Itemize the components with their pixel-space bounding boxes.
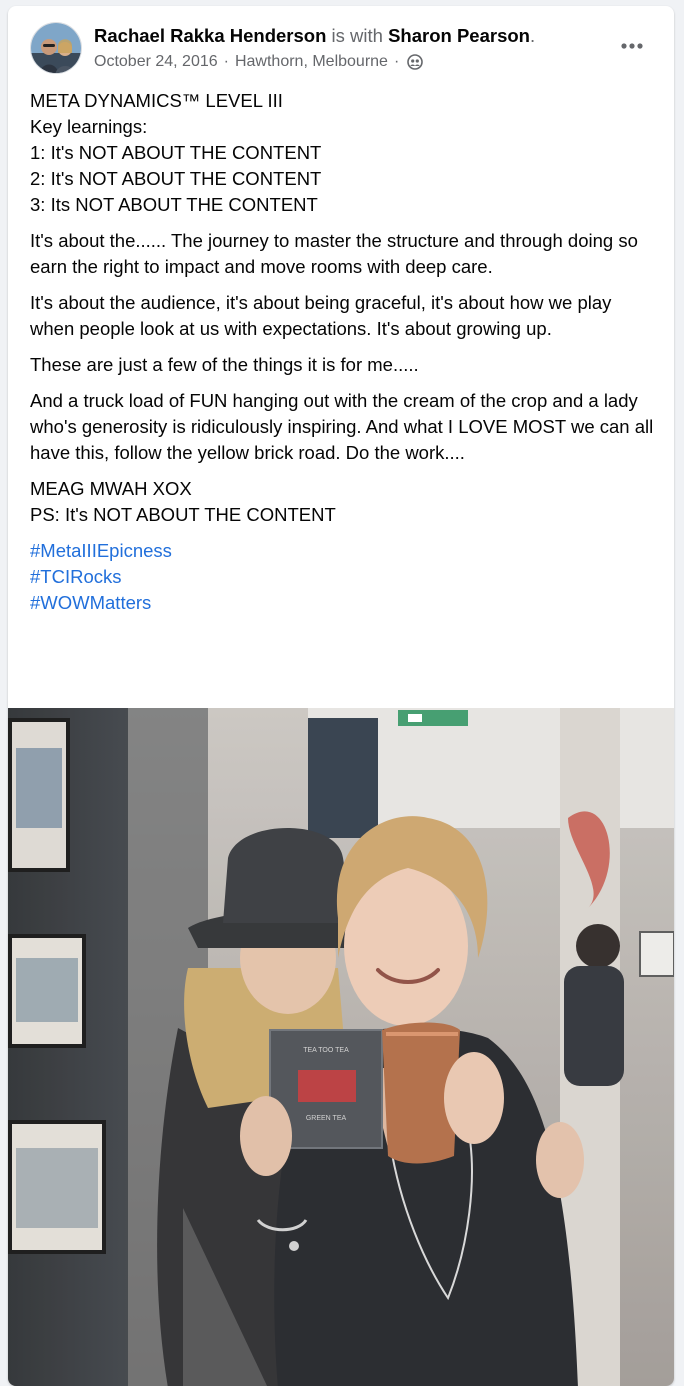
more-options-button[interactable] (612, 32, 652, 60)
post-photo[interactable]: TEA TOO TEA GREEN TEA (8, 708, 674, 1386)
author-line: Rachael Rakka Henderson is with Sharon P… (94, 24, 535, 48)
text-line: META DYNAMICS™ LEVEL III (30, 90, 283, 111)
post-paragraph: And a truck load of FUN hanging out with… (30, 390, 654, 463)
tagged-suffix: . (529, 25, 536, 46)
post-header: Rachael Rakka Henderson is with Sharon P… (8, 6, 674, 82)
meta-separator: · (223, 53, 229, 70)
text-line: 1: It's NOT ABOUT THE CONTENT (30, 142, 322, 163)
post-paragraph: These are just a few of the things it is… (30, 354, 419, 375)
post-meta: October 24, 2016 · Hawthorn, Melbourne · (94, 51, 424, 73)
avatar[interactable] (30, 22, 82, 74)
with-text: is with (331, 25, 383, 46)
tagged-name[interactable]: Sharon Pearson (388, 25, 530, 46)
avatar-photo (31, 23, 81, 73)
hashtag-list: #MetaIIIEpicness #TCIRocks #WOWMatters (30, 538, 655, 616)
more-horizontal-icon (621, 43, 643, 49)
text-line: 2: It's NOT ABOUT THE CONTENT (30, 168, 322, 189)
post-location[interactable]: Hawthorn, Melbourne (235, 51, 388, 73)
hashtag-link[interactable]: #WOWMatters (30, 590, 655, 616)
friends-globe-icon[interactable] (407, 54, 424, 70)
post-paragraph: MEAG MWAH XOX PS: It's NOT ABOUT THE CON… (30, 476, 655, 528)
hashtag-link[interactable]: #MetaIIIEpicness (30, 538, 655, 564)
post-paragraph: It's about the...... The journey to mast… (30, 230, 638, 277)
text-line: PS: It's NOT ABOUT THE CONTENT (30, 504, 336, 525)
post-paragraph: META DYNAMICS™ LEVEL III Key learnings: … (30, 88, 655, 218)
post-card: Rachael Rakka Henderson is with Sharon P… (8, 6, 674, 1386)
text-line: 3: Its NOT ABOUT THE CONTENT (30, 194, 318, 215)
text-line: MEAG MWAH XOX (30, 478, 192, 499)
text-line: Key learnings: (30, 116, 148, 137)
hashtag-link[interactable]: #TCIRocks (30, 564, 655, 590)
post-date[interactable]: October 24, 2016 (94, 51, 218, 73)
post-paragraph: It's about the audience, it's about bein… (30, 292, 612, 339)
meta-separator-2: · (393, 53, 400, 70)
author-name[interactable]: Rachael Rakka Henderson (94, 25, 326, 46)
post-photo-image: TEA TOO TEA GREEN TEA (8, 708, 674, 1386)
post-text: META DYNAMICS™ LEVEL III Key learnings: … (30, 88, 655, 626)
